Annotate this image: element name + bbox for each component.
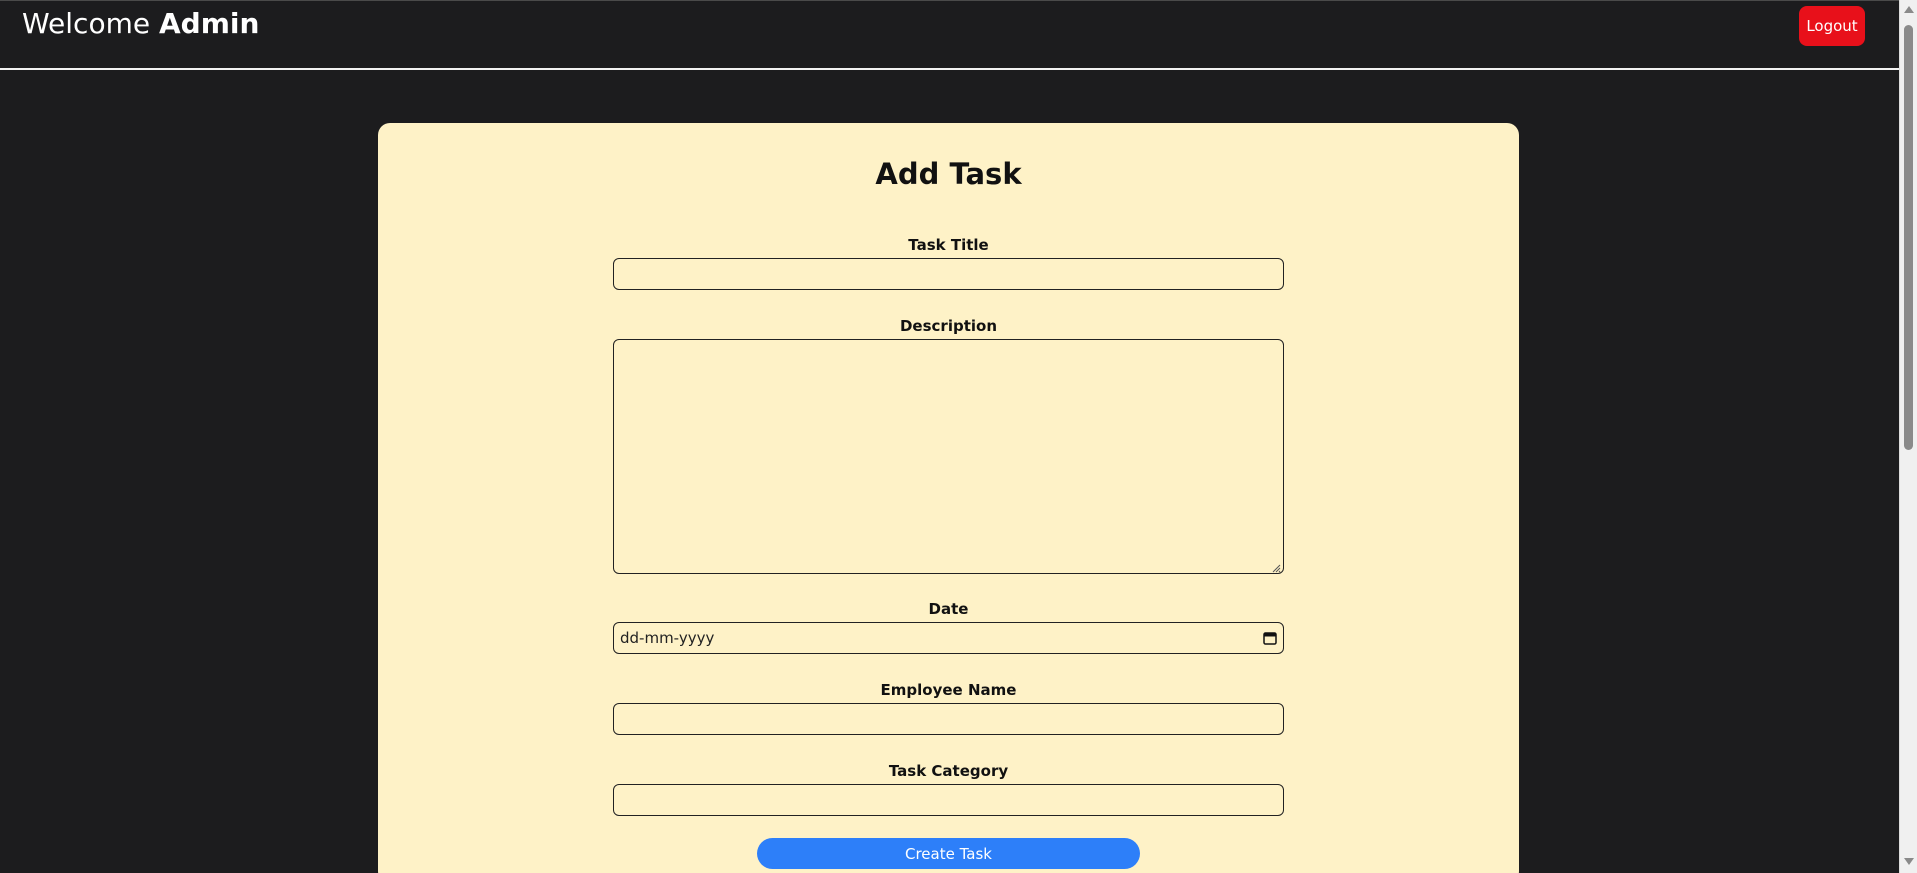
logout-button[interactable]: Logout	[1799, 6, 1865, 46]
top-header: Welcome Admin Logout	[0, 0, 1899, 70]
calendar-icon[interactable]	[1263, 631, 1277, 645]
welcome-username: Admin	[158, 7, 260, 40]
resize-grip-icon[interactable]	[1271, 563, 1281, 573]
app-viewport: Welcome Admin Logout Add Task Task Title…	[0, 0, 1917, 873]
employee-name-input[interactable]	[613, 703, 1284, 735]
welcome-prefix: Welcome	[22, 7, 151, 40]
task-title-label: Task Title	[908, 236, 989, 254]
page-title: Add Task	[875, 157, 1022, 191]
date-input[interactable]: dd-mm-yyyy	[613, 622, 1284, 654]
welcome-message: Welcome Admin	[22, 7, 259, 41]
task-category-input[interactable]	[613, 784, 1284, 816]
page-scrollbar[interactable]	[1899, 0, 1917, 873]
date-placeholder: dd-mm-yyyy	[620, 629, 715, 647]
scroll-down-arrow-icon[interactable]	[1904, 858, 1914, 865]
scroll-up-arrow-icon[interactable]	[1904, 6, 1914, 13]
scrollbar-thumb[interactable]	[1904, 25, 1913, 450]
task-category-label: Task Category	[888, 762, 1009, 780]
date-label: Date	[928, 600, 969, 618]
employee-name-label: Employee Name	[880, 681, 1017, 699]
create-task-button[interactable]: Create Task	[757, 838, 1140, 869]
add-task-card: Add Task Task Title Description Date dd-…	[378, 123, 1519, 873]
description-label: Description	[899, 317, 998, 335]
description-textarea[interactable]	[613, 339, 1284, 574]
task-title-input[interactable]	[613, 258, 1284, 290]
